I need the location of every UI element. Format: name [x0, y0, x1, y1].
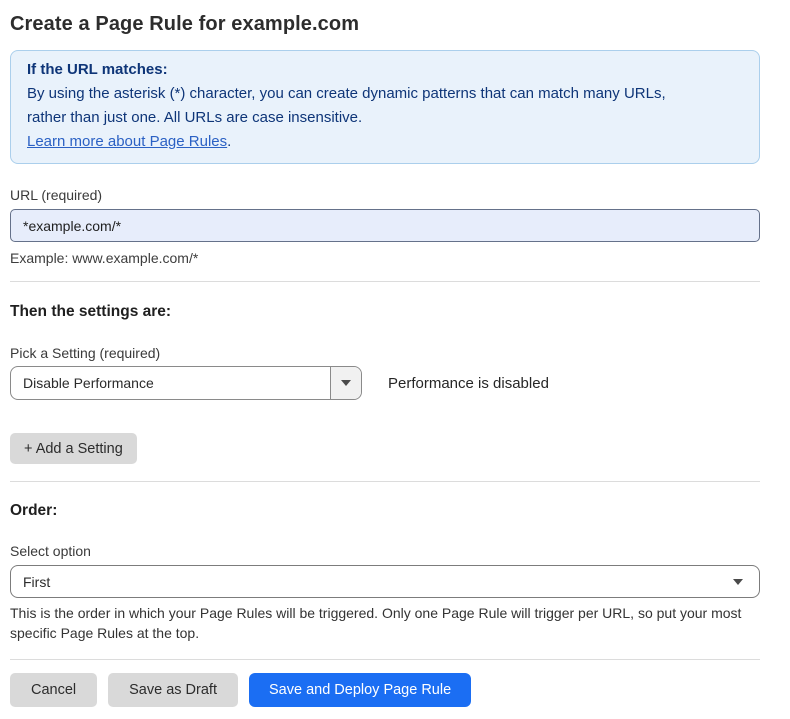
setting-dropdown-value: Disable Performance	[11, 375, 330, 391]
learn-more-link[interactable]: Learn more about Page Rules	[27, 133, 227, 150]
url-match-info-box: If the URL matches: By using the asteris…	[10, 50, 760, 164]
save-deploy-button[interactable]: Save and Deploy Page Rule	[249, 673, 471, 707]
cancel-button[interactable]: Cancel	[10, 673, 97, 707]
add-setting-button[interactable]: + Add a Setting	[10, 433, 137, 464]
caret-down-icon	[341, 380, 351, 386]
url-example-text: Example: www.example.com/*	[10, 249, 760, 267]
divider	[10, 281, 760, 282]
setting-dropdown[interactable]: Disable Performance	[10, 366, 362, 400]
divider	[10, 659, 760, 660]
url-input[interactable]	[10, 209, 760, 242]
select-option-label: Select option	[10, 542, 760, 560]
setting-row: Disable Performance Performance is disab…	[10, 366, 760, 400]
settings-heading: Then the settings are:	[10, 303, 760, 321]
order-heading: Order:	[10, 502, 760, 520]
info-box-heading: If the URL matches:	[27, 58, 743, 82]
link-period: .	[227, 133, 231, 150]
footer-actions: Cancel Save as Draft Save and Deploy Pag…	[10, 673, 760, 707]
setting-status-text: Performance is disabled	[388, 375, 549, 392]
caret-down-icon	[733, 579, 743, 585]
save-draft-button[interactable]: Save as Draft	[108, 673, 238, 707]
page-title: Create a Page Rule for example.com	[10, 12, 760, 36]
create-page-rule-form: Create a Page Rule for example.com If th…	[0, 0, 790, 719]
order-select-value: First	[23, 574, 50, 590]
info-box-link-line: Learn more about Page Rules.	[27, 130, 743, 154]
divider	[10, 481, 760, 482]
setting-dropdown-button[interactable]	[330, 367, 361, 399]
url-label: URL (required)	[10, 186, 760, 204]
order-help-text: This is the order in which your Page Rul…	[10, 603, 752, 643]
order-select[interactable]: First	[10, 565, 760, 598]
pick-setting-label: Pick a Setting (required)	[10, 344, 760, 362]
info-box-body: By using the asterisk (*) character, you…	[27, 82, 692, 130]
